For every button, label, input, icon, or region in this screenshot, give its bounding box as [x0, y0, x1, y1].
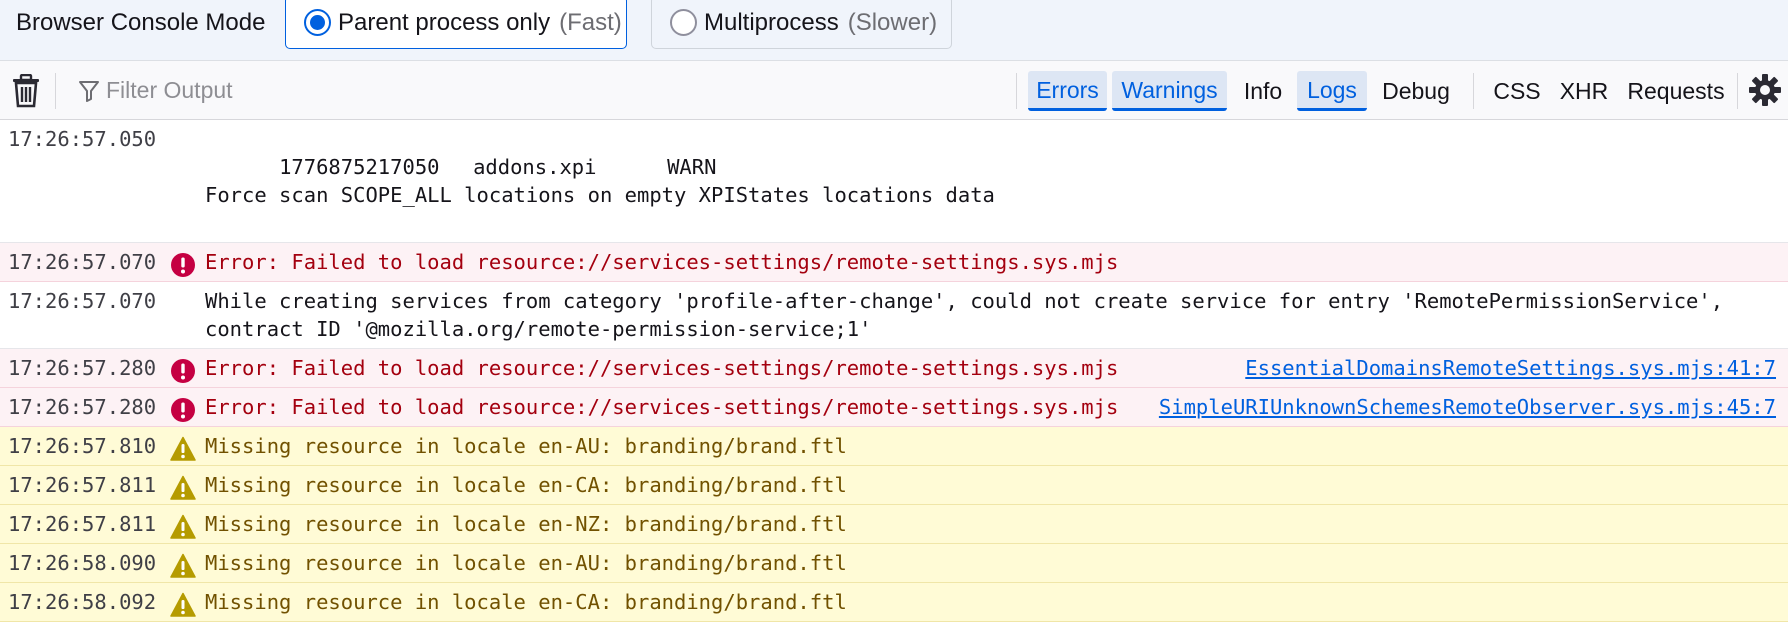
message-timestamp: 17:26:57.810 — [8, 434, 157, 458]
message-timestamp: 17:26:57.280 — [8, 356, 157, 380]
parent-process-label: Parent process only — [338, 8, 551, 36]
message-timestamp: 17:26:58.090 — [8, 551, 157, 575]
message-timestamp: 17:26:57.070 — [8, 289, 157, 313]
warning-icon — [170, 553, 196, 578]
filter-icon — [79, 81, 99, 102]
message-text: Missing resource in locale en-NZ: brandi… — [205, 512, 847, 536]
message-text: Missing resource in locale en-AU: brandi… — [205, 551, 847, 575]
console-message-row[interactable]: 17:26:57.070 While creating services fro… — [0, 282, 1788, 349]
warning-icon — [170, 475, 196, 500]
console-mode-bar: Browser Console Mode Parent process only… — [0, 0, 1788, 61]
message-timestamp: 17:26:57.811 — [8, 512, 157, 536]
multiprocess-hint: (Slower) — [847, 8, 938, 36]
console-message-row[interactable]: 17:26:57.070 Error: Failed to load resou… — [0, 243, 1788, 282]
toolbar-separator — [1737, 73, 1738, 109]
message-timestamp: 17:26:57.280 — [8, 395, 157, 419]
message-text: Missing resource in locale en-CA: brandi… — [205, 473, 847, 497]
multiprocess-radio[interactable] — [670, 9, 697, 36]
filter-warnings-button[interactable]: Warnings — [1112, 71, 1227, 111]
toolbar-separator — [1016, 73, 1017, 109]
console-toolbar: Errors Warnings Info Logs Debug CSS XHR … — [0, 61, 1788, 120]
warning-icon — [170, 514, 196, 539]
message-timestamp: 17:26:57.050 — [8, 127, 157, 151]
gear-icon[interactable] — [1748, 73, 1782, 107]
message-text: Missing resource in locale en-CA: brandi… — [205, 590, 847, 614]
filter-info-button[interactable]: Info — [1233, 71, 1293, 111]
filter-debug-button[interactable]: Debug — [1373, 71, 1459, 111]
warning-icon — [170, 436, 196, 461]
message-source-link[interactable]: SimpleURIUnknownSchemesRemoteObserver.sy… — [1159, 393, 1776, 421]
filter-output-input[interactable] — [106, 71, 966, 109]
error-icon — [171, 253, 195, 277]
console-output[interactable]: 17:26:57.050 1776875217050 addons.xpi WARN… — [0, 120, 1788, 622]
message-col-module: addons.xpi — [473, 155, 597, 179]
console-message-row[interactable]: 17:26:58.090 Missing resource in locale … — [0, 544, 1788, 583]
message-text: Error: Failed to load resource://service… — [205, 250, 1119, 274]
message-timestamp: 17:26:58.092 — [8, 590, 157, 614]
parent-process-hint: (Fast) — [559, 8, 622, 36]
console-message-row[interactable]: 17:26:57.810 Missing resource in locale … — [0, 427, 1788, 466]
warning-icon — [170, 592, 196, 617]
message-timestamp: 17:26:57.070 — [8, 250, 157, 274]
message-source-link[interactable]: EssentialDomainsRemoteSettings.sys.mjs:4… — [1245, 354, 1776, 382]
console-message-row[interactable]: 17:26:57.811 Missing resource in locale … — [0, 466, 1788, 505]
message-col-level: WARN — [667, 155, 717, 179]
multiprocess-label: Multiprocess — [704, 8, 839, 36]
toolbar-separator — [55, 73, 56, 109]
multiprocess-option[interactable]: Multiprocess (Slower) — [651, 0, 952, 49]
console-message-row[interactable]: 17:26:57.050 1776875217050 addons.xpi WARN… — [0, 120, 1788, 243]
filter-errors-button[interactable]: Errors — [1028, 71, 1107, 111]
message-body: 1776875217050 addons.xpi WARN Force scan SC… — [205, 125, 1488, 237]
error-icon — [171, 359, 195, 383]
message-col-timestamp-ms: 1776875217050 — [279, 155, 440, 179]
message-timestamp: 17:26:57.811 — [8, 473, 157, 497]
parent-process-radio[interactable] — [304, 9, 331, 36]
console-message-row[interactable]: 17:26:57.280 Error: Failed to load resou… — [0, 349, 1788, 388]
message-text: While creating services from category 'p… — [205, 289, 1736, 341]
filter-requests-button[interactable]: Requests — [1626, 71, 1726, 111]
console-message-row[interactable]: 17:26:57.280 Error: Failed to load resou… — [0, 388, 1788, 427]
message-col-text: Force scan SCOPE_ALL locations on empty … — [205, 183, 995, 207]
message-text: Missing resource in locale en-AU: brandi… — [205, 434, 847, 458]
console-mode-label: Browser Console Mode — [16, 9, 266, 36]
filter-xhr-button[interactable]: XHR — [1554, 71, 1614, 111]
toolbar-separator — [1473, 73, 1474, 109]
parent-process-only-option[interactable]: Parent process only (Fast) — [285, 0, 627, 49]
trash-icon[interactable] — [10, 74, 42, 108]
error-icon — [171, 398, 195, 422]
console-message-row[interactable]: 17:26:57.811 Missing resource in locale … — [0, 505, 1788, 544]
console-message-row[interactable]: 17:26:58.092 Missing resource in locale … — [0, 583, 1788, 622]
filter-logs-button[interactable]: Logs — [1297, 71, 1367, 111]
filter-css-button[interactable]: CSS — [1487, 71, 1547, 111]
